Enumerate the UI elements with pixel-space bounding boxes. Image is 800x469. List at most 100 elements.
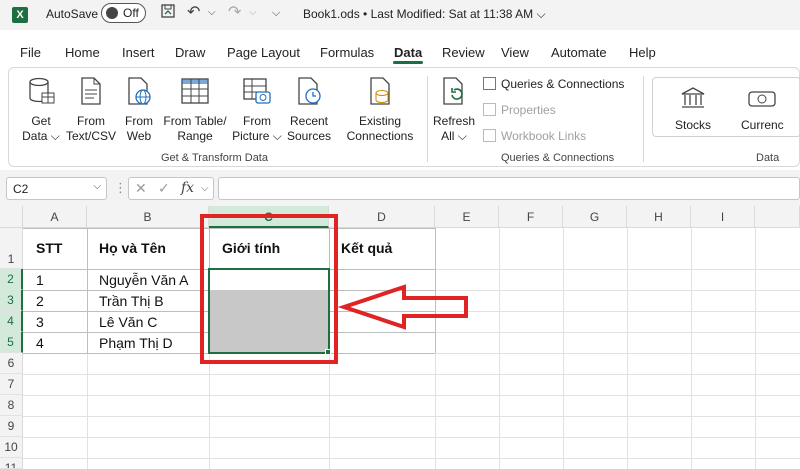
undo-icon[interactable]: ↶ (187, 3, 200, 23)
cell-a2[interactable]: 1 (36, 272, 44, 288)
insert-function-icon[interactable]: fx (181, 180, 194, 196)
column-header-j[interactable] (755, 206, 800, 228)
group-separator (427, 76, 428, 162)
gridline (23, 458, 800, 459)
workbook-links-button[interactable]: Workbook Links (483, 128, 586, 144)
table-border (87, 228, 88, 353)
column-header-e[interactable]: E (435, 206, 499, 228)
formula-input[interactable] (218, 177, 800, 200)
row-header-6[interactable]: 6 (0, 353, 23, 374)
from-picture-button[interactable]: From Picture ⌵ (231, 76, 283, 144)
gridline (23, 374, 800, 375)
column-header-g[interactable]: G (563, 206, 627, 228)
column-header-b[interactable]: B (87, 206, 209, 228)
bank-icon (663, 86, 723, 114)
properties-button[interactable]: Properties (483, 102, 556, 118)
row-header-5[interactable]: 5 (0, 332, 23, 353)
tab-home[interactable]: Home (65, 45, 100, 60)
document-title[interactable]: Book1.ods • Last Modified: Sat at 11:38 … (303, 7, 546, 22)
existing-connections-button[interactable]: Existing Connections (343, 76, 417, 144)
currencies-label: Currenc (741, 118, 784, 132)
tab-data[interactable]: Data (394, 45, 422, 60)
tab-formulas[interactable]: Formulas (320, 45, 374, 60)
column-header-i[interactable]: I (691, 206, 755, 228)
from-web-button[interactable]: From Web (119, 76, 159, 144)
group-separator (643, 76, 644, 162)
database-icon (17, 76, 65, 110)
tab-view[interactable]: View (501, 45, 529, 60)
highlight-box (200, 214, 338, 364)
get-data-label: Get Data ⌵ (22, 114, 60, 143)
currencies-button[interactable]: Currenc (741, 86, 800, 133)
column-header-f[interactable]: F (499, 206, 563, 228)
column-header-a[interactable]: A (23, 206, 87, 228)
from-table-range-button[interactable]: From Table/ Range (161, 76, 229, 144)
redo-icon[interactable]: ↷ (228, 3, 241, 23)
recent-sources-button[interactable]: Recent Sources (283, 76, 335, 144)
title-bar: X AutoSave Off ↶ ⌵ ↷ ⌵ ⌵ Book1.ods • Las… (0, 0, 800, 30)
cell-a1[interactable]: STT (36, 240, 62, 256)
cell-a4[interactable]: 3 (36, 314, 44, 330)
formula-bar: C2 ⌵ ⋮ ✕ ✓ fx ⌵ (0, 170, 800, 206)
clock-icon (283, 76, 335, 110)
cell-d1[interactable]: Kết quả (341, 240, 392, 256)
autosave-toggle[interactable]: Off (101, 3, 146, 23)
gridline (563, 228, 564, 469)
table-icon (161, 76, 229, 110)
chevron-down-icon[interactable]: ⌵ (93, 181, 101, 192)
refresh-icon (431, 76, 477, 110)
tab-draw[interactable]: Draw (175, 45, 205, 60)
cell-a3[interactable]: 2 (36, 293, 44, 309)
cell-b5[interactable]: Phạm Thị D (99, 335, 173, 351)
undo-dropdown-icon[interactable]: ⌵ (208, 3, 216, 23)
name-box-value: C2 (13, 182, 29, 196)
select-all-button[interactable] (0, 206, 23, 228)
row-header-2[interactable]: 2 (0, 269, 23, 290)
row-header-3[interactable]: 3 (0, 290, 23, 311)
group-data-types-label: Data (756, 152, 780, 164)
tab-review[interactable]: Review (442, 45, 485, 60)
tab-automate[interactable]: Automate (551, 45, 607, 60)
column-header-d[interactable]: D (329, 206, 435, 228)
stocks-button[interactable]: Stocks (663, 86, 723, 133)
tab-page-layout[interactable]: Page Layout (227, 45, 300, 60)
cell-b3[interactable]: Trần Thị B (99, 293, 164, 309)
excel-logo-icon: X (12, 7, 28, 23)
redo-dropdown-icon[interactable]: ⌵ (249, 3, 257, 23)
row-header-7[interactable]: 7 (0, 374, 23, 395)
save-icon[interactable] (160, 3, 176, 25)
row-header-4[interactable]: 4 (0, 311, 23, 332)
row-header-10[interactable]: 10 (0, 437, 23, 458)
from-table-range-label: From Table/ Range (163, 114, 227, 143)
enter-icon[interactable]: ✓ (158, 180, 170, 197)
gridline (23, 437, 800, 438)
refresh-all-button[interactable]: Refresh All ⌵ (431, 76, 477, 144)
currency-icon (747, 86, 800, 114)
column-header-h[interactable]: H (627, 206, 691, 228)
cell-b2[interactable]: Nguyễn Văn A (99, 272, 189, 288)
web-page-icon (119, 76, 159, 110)
tab-file[interactable]: File (20, 45, 41, 60)
cell-a5[interactable]: 4 (36, 335, 44, 351)
customize-icon[interactable]: ⌵ (272, 3, 280, 23)
tab-help[interactable]: Help (629, 45, 656, 60)
cell-b1[interactable]: Họ và Tên (99, 240, 166, 256)
drag-handle-icon[interactable]: ⋮ (114, 180, 127, 196)
get-data-button[interactable]: Get Data ⌵ (17, 76, 65, 144)
fx-dropdown-icon[interactable]: ⌵ (201, 183, 209, 194)
row-header-1[interactable]: 1 (0, 228, 23, 269)
gridline (627, 228, 628, 469)
connection-file-icon (343, 76, 417, 110)
cancel-icon[interactable]: ✕ (135, 180, 147, 197)
gridline (23, 416, 800, 417)
name-box[interactable]: C2 ⌵ (6, 177, 107, 200)
arrow-left-icon (338, 284, 468, 330)
queries-connections-button[interactable]: Queries & Connections (483, 76, 624, 92)
row-header-11[interactable]: 11 (0, 458, 23, 469)
recent-sources-label: Recent Sources (286, 114, 332, 143)
row-header-8[interactable]: 8 (0, 395, 23, 416)
cell-b4[interactable]: Lê Văn C (99, 314, 157, 330)
row-header-9[interactable]: 9 (0, 416, 23, 437)
tab-insert[interactable]: Insert (122, 45, 155, 60)
from-text-csv-button[interactable]: From Text/CSV (65, 76, 117, 144)
